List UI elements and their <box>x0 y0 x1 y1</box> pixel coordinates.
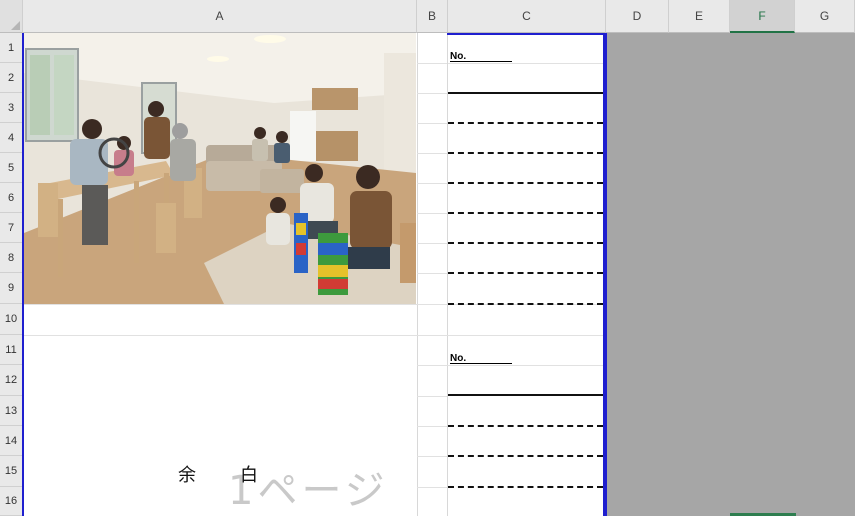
spreadsheet-view: A B C D E F G 1 2 3 4 5 6 7 8 9 10 11 12… <box>0 0 855 516</box>
form-dashed-line <box>448 152 603 154</box>
row-header-13[interactable]: 13 <box>0 396 23 426</box>
column-header-e[interactable]: E <box>669 0 730 33</box>
gridline <box>417 456 447 457</box>
form-dashed-line <box>448 122 603 124</box>
gridline <box>417 396 447 397</box>
gridline <box>417 93 447 94</box>
form-dashed-line <box>448 272 603 274</box>
gridline <box>417 63 447 64</box>
form-dashed-line <box>448 455 603 457</box>
row-header-16[interactable]: 16 <box>0 487 23 516</box>
form-dashed-line <box>448 486 603 488</box>
row-header-10[interactable]: 10 <box>0 304 23 335</box>
row-header-7[interactable]: 7 <box>0 213 23 243</box>
non-print-area <box>606 33 855 516</box>
row-header-4[interactable]: 4 <box>0 123 23 153</box>
blank-label-char-2: 白 <box>240 465 258 486</box>
form-solid-line <box>448 394 603 396</box>
row-header-2[interactable]: 2 <box>0 63 23 93</box>
column-header-bar: A B C D E F G <box>0 0 855 33</box>
gridline <box>24 335 604 336</box>
row-header-5[interactable]: 5 <box>0 153 23 183</box>
blank-label-char-1: 余 <box>178 465 196 486</box>
form-dashed-line <box>448 242 603 244</box>
form-dashed-line <box>448 303 603 305</box>
row-header-8[interactable]: 8 <box>0 243 23 273</box>
gridline <box>447 33 448 516</box>
gridline <box>417 123 447 124</box>
gridline <box>417 487 447 488</box>
gridline <box>417 243 447 244</box>
gridline <box>417 365 604 366</box>
page-break-line <box>603 33 607 516</box>
column-header-c[interactable]: C <box>448 0 606 33</box>
row-header-3[interactable]: 3 <box>0 93 23 123</box>
row-header-1[interactable]: 1 <box>0 33 23 63</box>
column-header-b[interactable]: B <box>417 0 448 33</box>
page-break-line <box>447 33 604 35</box>
row-header-11[interactable]: 11 <box>0 335 23 365</box>
gridline <box>417 153 447 154</box>
gridline <box>417 273 447 274</box>
family-room-photo[interactable] <box>24 33 416 304</box>
gridline <box>417 213 447 214</box>
row-header-14[interactable]: 14 <box>0 426 23 456</box>
form-dashed-line <box>448 182 603 184</box>
row-header-15[interactable]: 15 <box>0 456 23 487</box>
column-header-f[interactable]: F <box>730 0 795 33</box>
row-header-9[interactable]: 9 <box>0 273 23 304</box>
form-dashed-line <box>448 425 603 427</box>
column-header-a[interactable]: A <box>23 0 417 33</box>
form-dashed-line <box>448 212 603 214</box>
photo-illustration <box>24 33 416 304</box>
select-all-corner[interactable] <box>0 0 23 33</box>
number-underline <box>450 61 512 62</box>
row-header-12[interactable]: 12 <box>0 365 23 396</box>
gridline <box>417 426 447 427</box>
number-underline <box>450 363 512 364</box>
gridline <box>417 183 447 184</box>
row-header-6[interactable]: 6 <box>0 183 23 213</box>
gridline <box>448 63 603 64</box>
gridline <box>417 33 418 516</box>
column-header-g[interactable]: G <box>795 0 855 33</box>
column-header-d[interactable]: D <box>606 0 669 33</box>
form-solid-line <box>448 92 603 94</box>
